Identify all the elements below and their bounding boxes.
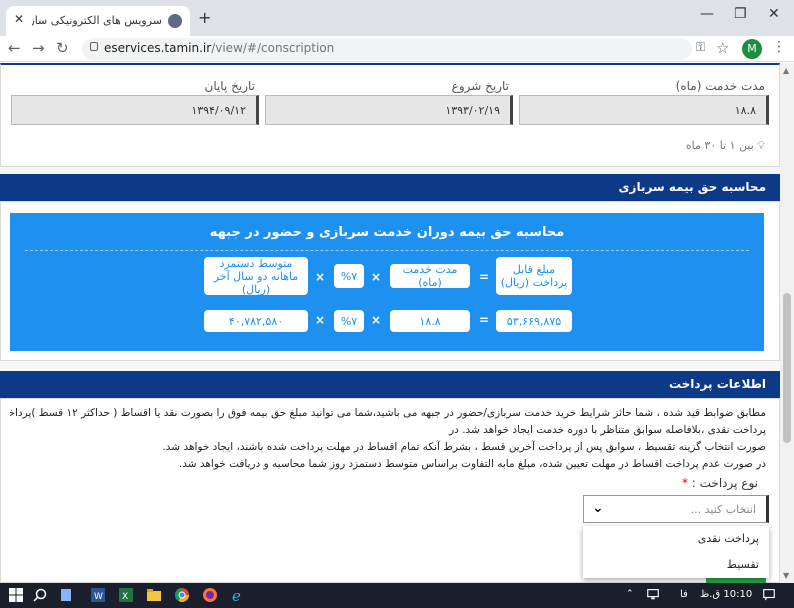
- percent-header: %۷: [334, 264, 364, 288]
- page-content: مدت خدمت (ماه) ۱۸.۸ تاریخ شروع ۱۳۹۳/۰۲/۱…: [0, 63, 780, 583]
- lightbulb-icon: 💡︎: [757, 139, 765, 152]
- forward-arrow-icon[interactable]: →: [32, 39, 45, 57]
- windows-taskbar: W X e ⌃ فا 10:10 ق.ظ: [0, 583, 794, 608]
- windows-start-icon[interactable]: [8, 587, 24, 603]
- formula-divider: [25, 250, 749, 251]
- formula-panel: محاسبه حق بیمه دوران خدمت سربازی و حضور …: [10, 213, 764, 351]
- equals-sign: =: [479, 270, 490, 284]
- page-scrollbar[interactable]: ▲ ▼: [780, 63, 794, 583]
- browser-toolbar: ← → ↻ eservices.tamin.ir/view/#/conscrip…: [0, 36, 794, 62]
- window-minimize-button[interactable]: —: [700, 6, 714, 22]
- taskbar-clock[interactable]: 10:10 ق.ظ: [700, 589, 752, 600]
- site-favicon-icon: [168, 14, 182, 28]
- avg-wage-header: متوسط دستمزد ماهانه دو سال آخر (ریال): [204, 257, 308, 296]
- firefox-icon[interactable]: [202, 587, 218, 603]
- start-date-field: ۱۳۹۳/۰۲/۱۹: [265, 95, 513, 125]
- word-icon[interactable]: W: [90, 587, 106, 603]
- url-text[interactable]: eservices.tamin.ir/view/#/conscription: [104, 41, 334, 55]
- duration-header: مدت خدمت (ماه): [390, 263, 470, 289]
- payment-paragraph: صورت انتخاب گزینه تقسیط ، سوابق پس از پر…: [162, 441, 766, 453]
- payment-type-label: نوع پرداخت : *: [681, 476, 758, 490]
- duration-hint: 💡︎ بین ۱ تا ۳۰ ماه: [685, 139, 765, 152]
- svg-text:e: e: [232, 587, 241, 603]
- payment-type-dropdown: پرداخت نقدی تقسیط: [583, 526, 769, 578]
- lock-icon: [90, 42, 98, 51]
- scroll-up-arrow-icon[interactable]: ▲: [783, 66, 789, 75]
- scrollbar-thumb[interactable]: [783, 293, 791, 443]
- multiply-sign-1: ×: [371, 270, 382, 284]
- start-date-label: تاریخ شروع: [451, 79, 509, 93]
- duration-field: ۱۸.۸: [519, 95, 769, 125]
- payment-paragraph: مطابق ضوابط قید شده ، شما حائز شرایط خری…: [10, 407, 766, 419]
- percent-value: %۷: [334, 310, 364, 332]
- equals-sign-2: =: [479, 313, 490, 327]
- file-explorer-icon[interactable]: [146, 587, 162, 603]
- svg-text:X: X: [122, 592, 128, 602]
- tray-chevron-icon[interactable]: ⌃: [626, 589, 634, 599]
- required-mark: *: [681, 476, 688, 490]
- payable-value: ۵۳,۶۶۹,۸۷۵: [496, 310, 572, 332]
- option-installment[interactable]: تقسیط: [583, 552, 769, 578]
- chrome-icon[interactable]: [174, 587, 190, 603]
- multiply-sign-3: ×: [371, 313, 382, 327]
- window-restore-button[interactable]: ❐: [734, 6, 747, 22]
- reload-icon[interactable]: ↻: [56, 39, 69, 57]
- key-icon[interactable]: ⚿: [696, 40, 705, 55]
- back-arrow-icon[interactable]: ←: [8, 39, 21, 57]
- payable-header: مبلغ قابل پرداخت (ریال): [496, 257, 572, 295]
- tab-close-icon[interactable]: ✕: [14, 12, 24, 26]
- payment-description: مطابق ضوابط قید شده ، شما حائز شرایط خری…: [10, 405, 766, 473]
- browser-menu-icon[interactable]: ⋮: [772, 39, 786, 55]
- duration-value: ۱۸.۸: [390, 310, 470, 332]
- payment-type-select[interactable]: انتخاب کنید ... ⌄: [583, 495, 769, 523]
- new-tab-button[interactable]: +: [198, 8, 211, 27]
- service-period-card: مدت خدمت (ماه) ۱۸.۸ تاریخ شروع ۱۳۹۳/۰۲/۱…: [0, 63, 780, 167]
- search-icon[interactable]: [32, 587, 48, 603]
- end-date-field: ۱۳۹۴/۰۹/۱۲: [11, 95, 259, 125]
- payment-paragraph: در صورت عدم پرداخت اقساط در مهلت تعیین ش…: [178, 458, 766, 470]
- payment-paragraph: پرداخت نقدی ،بلافاصله سوابق متناظر با دو…: [449, 424, 766, 436]
- end-date-label: تاریخ پایان: [204, 79, 256, 93]
- payment-section-header: اطلاعات پرداخت: [0, 371, 780, 398]
- multiply-sign-4: ×: [315, 313, 326, 327]
- notification-icon[interactable]: [762, 587, 776, 601]
- multiply-sign-2: ×: [315, 270, 326, 284]
- select-placeholder: انتخاب کنید ...: [690, 503, 756, 516]
- browser-tab-strip: سرویس های الکترونیکی سازمان تأم... ✕ + —…: [0, 0, 794, 36]
- browser-tab[interactable]: سرویس های الکترونیکی سازمان تأم... ✕: [6, 6, 190, 36]
- network-icon[interactable]: [646, 587, 660, 601]
- profile-avatar[interactable]: M: [742, 39, 762, 59]
- tab-title: سرویس های الکترونیکی سازمان تأم...: [32, 14, 162, 27]
- formula-title: محاسبه حق بیمه دوران خدمت سربازی و حضور …: [209, 225, 565, 240]
- bookmark-star-icon[interactable]: ☆: [716, 39, 729, 57]
- file-icon[interactable]: [58, 587, 74, 603]
- excel-icon[interactable]: X: [118, 587, 134, 603]
- window-close-button[interactable]: ✕: [768, 6, 780, 22]
- scroll-down-arrow-icon[interactable]: ▼: [783, 571, 789, 580]
- internet-explorer-icon[interactable]: e: [230, 587, 246, 603]
- calc-section-header: محاسبه حق بیمه سربازی: [0, 174, 780, 201]
- svg-text:W: W: [94, 592, 103, 602]
- language-indicator[interactable]: فا: [680, 589, 688, 600]
- duration-label: مدت خدمت (ماه): [675, 79, 765, 93]
- avg-wage-value: ۴۰,۷۸۲,۵۸۰: [204, 310, 308, 332]
- option-cash-payment[interactable]: پرداخت نقدی: [583, 526, 769, 552]
- chevron-down-icon: ⌄: [592, 500, 604, 516]
